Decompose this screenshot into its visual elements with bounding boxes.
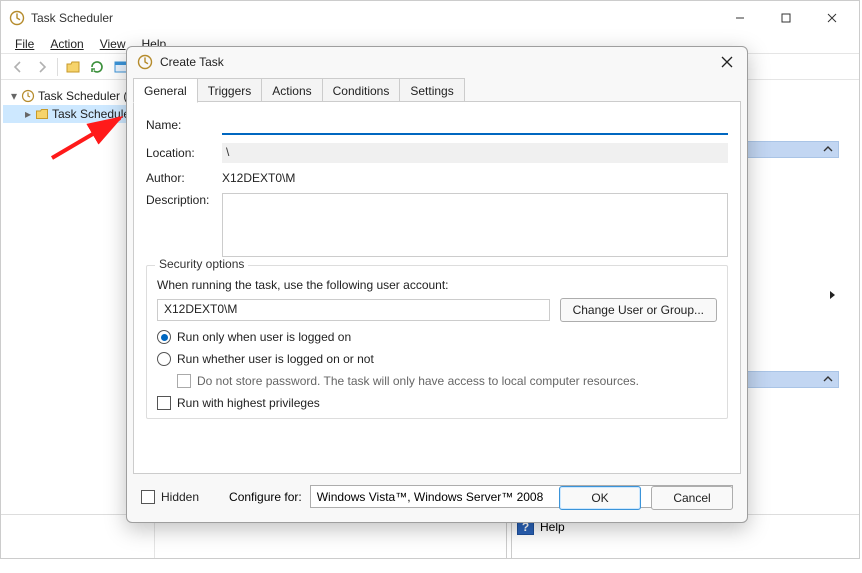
user-account-value: X12DEXT0\M: [157, 299, 550, 321]
tab-conditions[interactable]: Conditions: [322, 78, 401, 103]
toolbar-separator: [57, 58, 58, 76]
tab-body-general: Name: Location: \ Author: X12DEXT0\M Des…: [133, 101, 741, 474]
refresh-button[interactable]: [86, 56, 108, 78]
tab-strip: General Triggers Actions Conditions Sett…: [127, 77, 747, 102]
back-button[interactable]: [7, 56, 29, 78]
folder-up-button[interactable]: [62, 56, 84, 78]
checkbox-icon: [177, 374, 191, 388]
menu-file[interactable]: File: [7, 35, 42, 53]
location-label: Location:: [146, 146, 222, 160]
radio-icon: [157, 330, 171, 344]
minimize-button[interactable]: [717, 3, 763, 33]
radio-label: Run only when user is logged on: [177, 330, 351, 344]
checkbox-label: Do not store password. The task will onl…: [197, 374, 639, 388]
window-title: Task Scheduler: [31, 11, 717, 25]
radio-run-whether[interactable]: Run whether user is logged on or not: [157, 352, 717, 366]
security-whenline: When running the task, use the following…: [157, 278, 717, 292]
dialog-close-button[interactable]: [713, 51, 741, 73]
checkbox-icon: [141, 490, 155, 504]
configure-for-label: Configure for:: [229, 490, 302, 504]
change-user-button[interactable]: Change User or Group...: [560, 298, 717, 322]
security-options-title: Security options: [155, 257, 248, 271]
configure-for-value: Windows Vista™, Windows Server™ 2008: [317, 490, 544, 504]
collapse-icon[interactable]: ▾: [7, 89, 21, 103]
menu-action[interactable]: Action: [42, 35, 91, 53]
clock-icon: [9, 10, 25, 26]
forward-button[interactable]: [31, 56, 53, 78]
radio-icon: [157, 352, 171, 366]
description-input[interactable]: [222, 193, 728, 257]
checkbox-no-store-password: Do not store password. The task will onl…: [177, 374, 717, 388]
radio-run-logged-on[interactable]: Run only when user is logged on: [157, 330, 717, 344]
expand-icon[interactable]: ▸: [21, 107, 35, 121]
checkbox-label: Hidden: [161, 490, 199, 504]
dialog-titlebar: Create Task: [127, 47, 747, 77]
chevron-up-icon: [822, 143, 834, 155]
tab-general[interactable]: General: [133, 78, 198, 103]
cancel-button[interactable]: Cancel: [651, 486, 733, 510]
author-value: X12DEXT0\M: [222, 171, 728, 185]
security-options-group: Security options When running the task, …: [146, 265, 728, 419]
location-value: \: [222, 143, 728, 163]
checkbox-hidden[interactable]: Hidden: [141, 490, 199, 504]
tree-library-label: Task Schedule: [52, 107, 130, 121]
dialog-title: Create Task: [160, 55, 713, 69]
create-task-dialog: Create Task General Triggers Actions Con…: [126, 46, 748, 523]
tab-actions[interactable]: Actions: [261, 78, 322, 103]
ok-button[interactable]: OK: [559, 486, 641, 510]
tree-root-label: Task Scheduler (L: [38, 89, 134, 103]
chevron-right-icon[interactable]: [827, 289, 839, 301]
tab-settings[interactable]: Settings: [399, 78, 464, 103]
radio-label: Run whether user is logged on or not: [177, 352, 374, 366]
chevron-up-icon: [822, 373, 834, 385]
name-input[interactable]: [222, 114, 728, 135]
folder-icon: [35, 107, 49, 121]
close-button[interactable]: [809, 3, 855, 33]
titlebar: Task Scheduler: [1, 1, 859, 34]
description-label: Description:: [146, 193, 222, 207]
checkbox-highest-privileges[interactable]: Run with highest privileges: [157, 396, 717, 410]
clock-icon: [21, 89, 35, 103]
author-label: Author:: [146, 171, 222, 185]
checkbox-label: Run with highest privileges: [177, 396, 320, 410]
checkbox-icon: [157, 396, 171, 410]
name-label: Name:: [146, 118, 222, 132]
clock-icon: [137, 54, 153, 70]
dialog-buttons: OK Cancel: [559, 486, 733, 510]
maximize-button[interactable]: [763, 3, 809, 33]
tab-triggers[interactable]: Triggers: [197, 78, 263, 103]
